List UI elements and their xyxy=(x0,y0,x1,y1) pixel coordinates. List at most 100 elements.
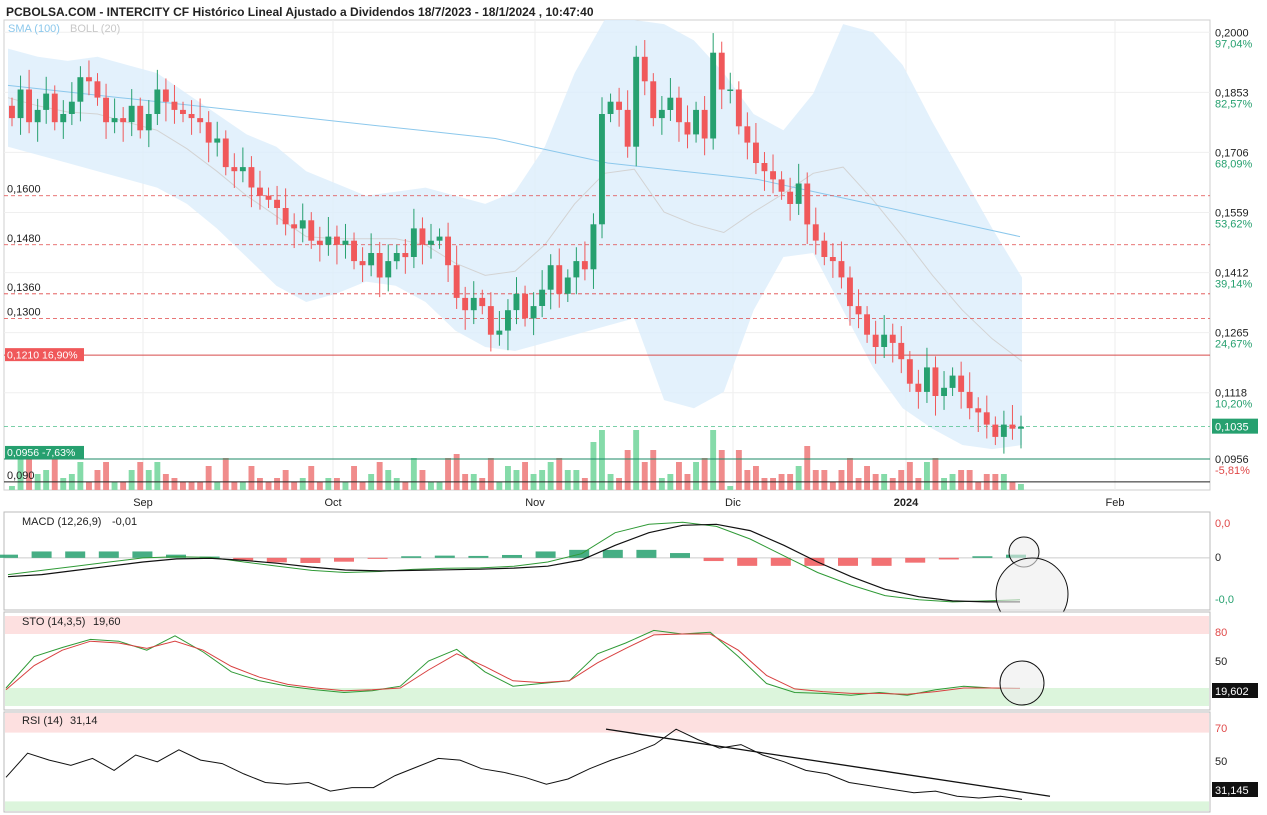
volume-bar xyxy=(205,466,212,490)
stock-chart: 0,200097,04%0,185382,57%0,170668,09%0,15… xyxy=(0,5,1258,813)
candle-body xyxy=(787,191,794,204)
volume-bar xyxy=(966,470,973,490)
volume-bar xyxy=(958,470,965,490)
volume-bar xyxy=(359,482,366,490)
volume-bar xyxy=(239,482,246,490)
volume-bar xyxy=(838,470,845,490)
candle-body xyxy=(864,314,870,335)
candle-body xyxy=(607,101,614,114)
x-tick-label: Dic xyxy=(725,497,741,509)
volume-bar xyxy=(393,478,400,490)
macd-histogram-bar xyxy=(434,555,455,558)
stoch-y-tick: 50 xyxy=(1215,656,1227,668)
volume-bar xyxy=(847,458,853,490)
volume-bar xyxy=(1009,482,1016,490)
volume-bar xyxy=(812,470,819,490)
volume-bar xyxy=(325,478,332,490)
candle-body xyxy=(992,424,999,437)
volume-bar xyxy=(505,466,511,490)
candle-body xyxy=(308,220,315,241)
candle-body xyxy=(744,126,751,143)
candle-body xyxy=(188,114,195,119)
volume-bar xyxy=(718,450,725,490)
volume-bar xyxy=(171,478,178,490)
candle-body xyxy=(966,391,973,409)
macd-histogram-bar xyxy=(31,551,52,558)
macd-histogram-bar xyxy=(266,557,287,563)
candle-body xyxy=(393,253,400,262)
candle-body xyxy=(932,367,939,396)
stoch-value: 19,60 xyxy=(93,616,121,628)
volume-bar xyxy=(924,462,930,490)
volume-bar xyxy=(385,470,392,490)
candle-body xyxy=(829,257,836,262)
candle-body xyxy=(128,105,135,123)
x-tick-label: Feb xyxy=(1106,497,1125,509)
candle-body xyxy=(693,109,699,135)
level-label: 0,090 xyxy=(7,470,35,482)
candle-body xyxy=(231,167,238,172)
candle-body xyxy=(710,52,717,139)
volume-bar xyxy=(180,482,186,490)
candle-body xyxy=(111,118,118,123)
candle-body xyxy=(103,97,109,123)
volume-bar xyxy=(573,470,580,490)
candle-body xyxy=(795,183,802,204)
y-tick-percent: 97,04% xyxy=(1215,38,1253,50)
candle-body xyxy=(436,236,443,241)
rsi-value: 31,14 xyxy=(70,715,98,727)
volume-bar xyxy=(376,462,383,490)
candle-body xyxy=(470,297,477,311)
volume-bar xyxy=(308,466,315,490)
candle-body xyxy=(479,297,486,307)
candle-body xyxy=(453,265,460,298)
candle-body xyxy=(428,240,434,245)
macd-label: MACD (12,26,9) xyxy=(22,516,101,528)
volume-bar xyxy=(581,478,588,490)
volume-bar xyxy=(137,462,144,490)
candle-body xyxy=(257,187,263,196)
volume-bar xyxy=(590,442,597,490)
candle-body xyxy=(770,171,776,180)
candle-body xyxy=(171,101,178,110)
candle-body xyxy=(274,199,280,208)
candle-body xyxy=(658,109,665,119)
volume-bar xyxy=(94,470,101,490)
volume-bar xyxy=(975,482,982,490)
candle-body xyxy=(282,208,289,225)
candle-body xyxy=(633,56,640,147)
level-label: 0,1360 xyxy=(7,282,41,294)
volume-bar xyxy=(906,462,913,490)
volume-bar xyxy=(145,470,152,490)
candle-body xyxy=(265,195,272,200)
macd-histogram-bar xyxy=(670,553,690,558)
y-tick-percent: 53,62% xyxy=(1215,218,1253,230)
candle-body xyxy=(898,342,905,360)
candle-body xyxy=(222,138,229,168)
candle-body xyxy=(154,89,161,114)
candle-body xyxy=(60,114,67,123)
macd-histogram-bar xyxy=(838,557,858,566)
candle-body xyxy=(650,81,657,119)
stoch-y-tick: 80 xyxy=(1215,627,1227,639)
candle-body xyxy=(941,387,947,396)
volume-bar xyxy=(274,478,280,490)
macd-y-tick: 0 xyxy=(1215,552,1221,564)
candle-body xyxy=(376,253,383,278)
macd-histogram-bar xyxy=(0,554,18,558)
macd-value: -0,01 xyxy=(112,516,137,528)
sma-indicator-label: SMA (100) xyxy=(8,23,60,35)
macd-y-tick: 0,0 xyxy=(1215,518,1230,530)
candle-body xyxy=(51,93,58,123)
level-label: 0,1480 xyxy=(7,233,41,245)
volume-bar xyxy=(188,482,195,490)
candle-body xyxy=(676,97,682,123)
stoch-last-value: 19,602 xyxy=(1215,686,1249,698)
volume-bar xyxy=(419,470,426,490)
macd-histogram-bar xyxy=(804,557,825,566)
x-tick-label: Oct xyxy=(324,497,341,509)
candle-body xyxy=(68,101,75,114)
candle-body xyxy=(889,334,896,343)
volume-bar xyxy=(658,478,665,490)
macd-histogram-bar xyxy=(737,557,758,566)
